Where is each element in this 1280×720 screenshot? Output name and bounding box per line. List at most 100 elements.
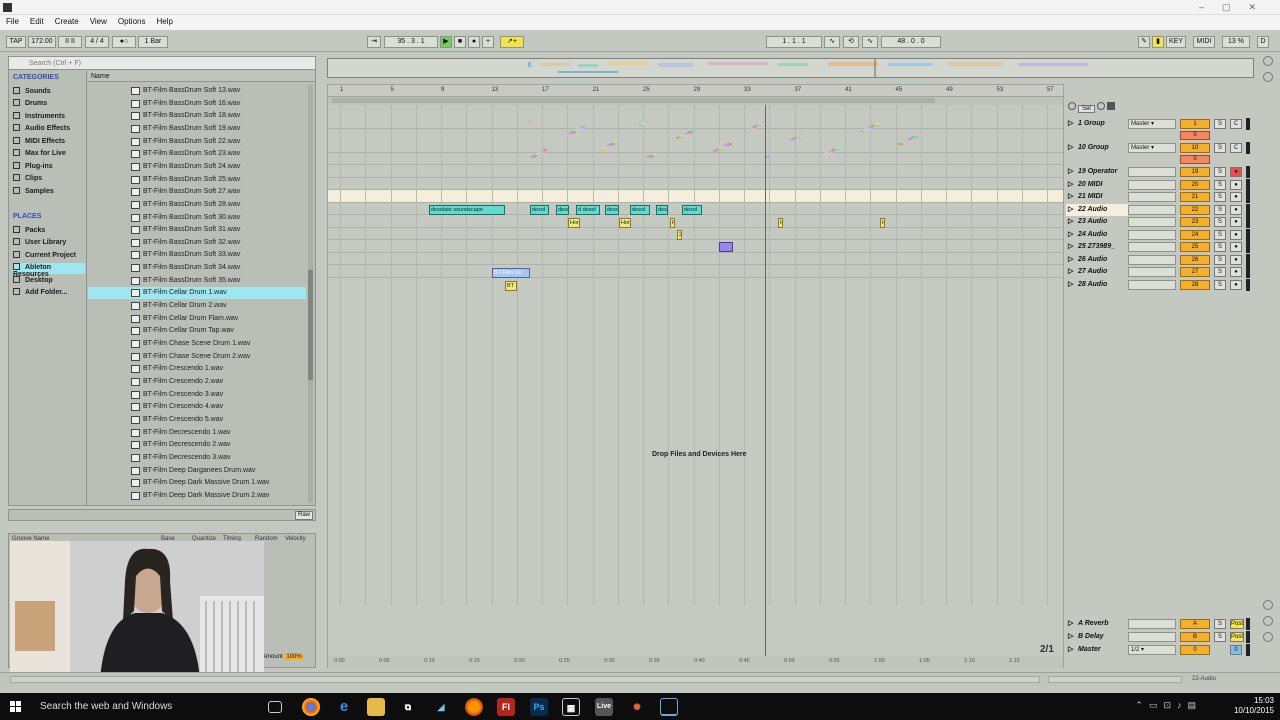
track-activator-button[interactable]: A xyxy=(1180,619,1210,629)
loop-length-field[interactable]: 48 . 0 . 0 xyxy=(881,36,941,48)
file-row[interactable]: BT-Film Deep Dark Massive Drum 2.wav xyxy=(88,490,306,502)
track-lane[interactable] xyxy=(328,178,1063,190)
track-volume-slider[interactable] xyxy=(1128,267,1176,277)
track-lane[interactable] xyxy=(328,253,1063,265)
solo-button[interactable]: S xyxy=(1214,143,1226,153)
solo-button[interactable]: S xyxy=(1214,267,1226,277)
track-header[interactable]: 24 Audio 24 S ● xyxy=(1064,229,1258,241)
track-pan-field[interactable]: 0 xyxy=(1180,131,1210,140)
track-activator-button[interactable]: 19 xyxy=(1180,167,1210,177)
audio-clip[interactable]: BT-Film Ce xyxy=(492,268,530,278)
set-controls[interactable]: Set xyxy=(1068,102,1120,113)
category-instruments[interactable]: Instruments xyxy=(13,112,85,123)
file-row[interactable]: BT-Film BassDrum Soft 16.wav xyxy=(88,98,306,110)
track-header[interactable]: 19 Operator 19 S ● xyxy=(1064,166,1258,178)
tap-tempo-button[interactable]: TAP xyxy=(6,36,26,48)
place-desktop[interactable]: Desktop xyxy=(13,276,85,287)
track-name[interactable]: A Reverb xyxy=(1066,618,1128,630)
edge-icon[interactable]: e xyxy=(335,698,353,716)
track-lane[interactable] xyxy=(328,215,1063,228)
back-icon[interactable] xyxy=(1068,102,1076,110)
arm-button[interactable]: ● xyxy=(1230,217,1242,227)
raw-toggle[interactable]: Raw xyxy=(295,511,313,520)
track-output-dropdown[interactable]: Master ▾ xyxy=(1128,143,1176,153)
arm-button[interactable]: ● xyxy=(1230,167,1242,177)
loop-toggle-icon[interactable]: ⟲ xyxy=(843,36,859,48)
track-activator-button[interactable]: 25 xyxy=(1180,242,1210,252)
time-ruler[interactable]: 0:00 0:05 0:10 0:15 0:20 0:25 0:30 0:35 0:40 0:45… xyxy=(328,656,1063,668)
file-row[interactable]: BT-Film BassDrum Soft 31.wav xyxy=(88,224,306,236)
draw-mode-icon[interactable]: ✎ xyxy=(1138,36,1150,48)
audio-clip[interactable]: deso xyxy=(656,205,668,215)
nudge-buttons[interactable]: II II xyxy=(58,36,82,48)
blender-icon[interactable]: ✺ xyxy=(628,698,646,716)
scroll-up-icon[interactable] xyxy=(1263,56,1273,66)
file-row[interactable]: BT-Film BassDrum Soft 30.wav xyxy=(88,212,306,224)
track-activator-button[interactable]: 27 xyxy=(1180,267,1210,277)
track-pan-field[interactable]: 0 xyxy=(1180,155,1210,164)
track-activator-button[interactable]: 28 xyxy=(1180,280,1210,290)
taskbar-clock[interactable]: 15:03 10/10/2015 xyxy=(1234,696,1274,716)
category-drums[interactable]: Drums xyxy=(13,99,85,110)
file-row[interactable]: BT-Film BassDrum Soft 32.wav xyxy=(88,237,306,249)
ableton-live-icon[interactable]: Live xyxy=(595,698,613,716)
menu-edit[interactable]: Edit xyxy=(24,15,49,26)
overdub-icon[interactable]: + xyxy=(482,36,494,48)
solo-button[interactable]: S xyxy=(1214,255,1226,265)
track-lane[interactable] xyxy=(328,265,1063,278)
mixer-scrollbar[interactable] xyxy=(1048,676,1182,683)
file-row[interactable]: BT-Film BassDrum Soft 23.wav xyxy=(88,148,306,160)
track-activator-button[interactable]: 21 xyxy=(1180,192,1210,202)
solo-button[interactable]: S xyxy=(1214,280,1226,290)
menu-help[interactable]: Help xyxy=(150,15,177,26)
browser-scrollbar[interactable] xyxy=(308,85,313,503)
file-row[interactable]: BT-Film BassDrum Soft 25.wav xyxy=(88,174,306,186)
file-row[interactable]: BT-Film Deep Darganees Drum.wav xyxy=(88,465,306,477)
preview-strip[interactable]: Raw xyxy=(8,509,316,521)
scroll-down-icon[interactable] xyxy=(1263,600,1273,610)
track-activator-button[interactable]: B xyxy=(1180,632,1210,642)
time-signature-field[interactable]: 4 / 4 xyxy=(85,36,109,48)
track-name[interactable]: 20 MIDI xyxy=(1066,179,1128,191)
firefox-icon[interactable] xyxy=(465,698,483,716)
track-lane[interactable] xyxy=(328,240,1063,253)
scrollbar-thumb[interactable] xyxy=(308,270,313,380)
category-midi-effects[interactable]: MIDI Effects xyxy=(13,137,85,148)
track-name[interactable]: 21 MIDI xyxy=(1066,191,1128,203)
arm-button[interactable]: ● xyxy=(1230,280,1242,290)
solo-button[interactable]: S xyxy=(1214,192,1226,202)
arrangement-overview[interactable] xyxy=(327,58,1254,78)
active-window-icon[interactable] xyxy=(660,698,678,716)
file-row[interactable]: BT-Film Cellar Drum Flam.wav xyxy=(88,313,306,325)
arm-button[interactable]: ● xyxy=(1230,192,1242,202)
track-header[interactable]: 26 Audio 26 S ● xyxy=(1064,254,1258,266)
file-explorer-icon[interactable] xyxy=(367,698,385,716)
track-name[interactable]: 26 Audio xyxy=(1066,254,1128,266)
track-name[interactable]: 24 Audio xyxy=(1066,229,1128,241)
category-audio-effects[interactable]: Audio Effects xyxy=(13,124,85,135)
audio-clip[interactable]: d desol xyxy=(576,205,600,215)
track-header[interactable]: 25 273989_ 25 S ● xyxy=(1064,241,1258,253)
play-icon[interactable]: ▶ xyxy=(440,36,452,48)
file-row[interactable]: BT-Film Crescendo 1.wav xyxy=(88,363,306,375)
menu-view[interactable]: View xyxy=(84,15,112,26)
return-track-header[interactable]: A Reverb AS Post xyxy=(1064,618,1258,630)
track-header[interactable]: 21 MIDI 21 S ● xyxy=(1064,191,1258,203)
zoom-out-icon[interactable] xyxy=(1263,632,1273,642)
track-lane[interactable] xyxy=(328,190,1063,203)
media-player-icon[interactable]: ▦ xyxy=(562,698,580,716)
track-activator-button[interactable]: 26 xyxy=(1180,255,1210,265)
file-row[interactable]: BT-Film BassDrum Soft 33.wav xyxy=(88,249,306,261)
track-volume-slider[interactable] xyxy=(1128,205,1176,215)
audio-clip[interactable]: desol xyxy=(630,205,650,215)
menu-options[interactable]: Options xyxy=(112,15,151,26)
track-activator-button[interactable]: 20 xyxy=(1180,180,1210,190)
browser-search-input[interactable]: Search (Ctrl + F) xyxy=(9,57,315,70)
metronome-button[interactable]: ●○ xyxy=(112,36,136,48)
solo-button[interactable]: S xyxy=(1214,632,1226,642)
track-header[interactable]: 10 GroupMaster ▾ 10 SC 0 xyxy=(1064,142,1258,166)
place-packs[interactable]: Packs xyxy=(13,226,85,237)
file-row[interactable]: BT-Film BassDrum Soft 35.wav xyxy=(88,275,306,287)
record-icon[interactable]: ● xyxy=(468,36,480,48)
track-header[interactable]: 28 Audio 28 S ● xyxy=(1064,279,1258,291)
